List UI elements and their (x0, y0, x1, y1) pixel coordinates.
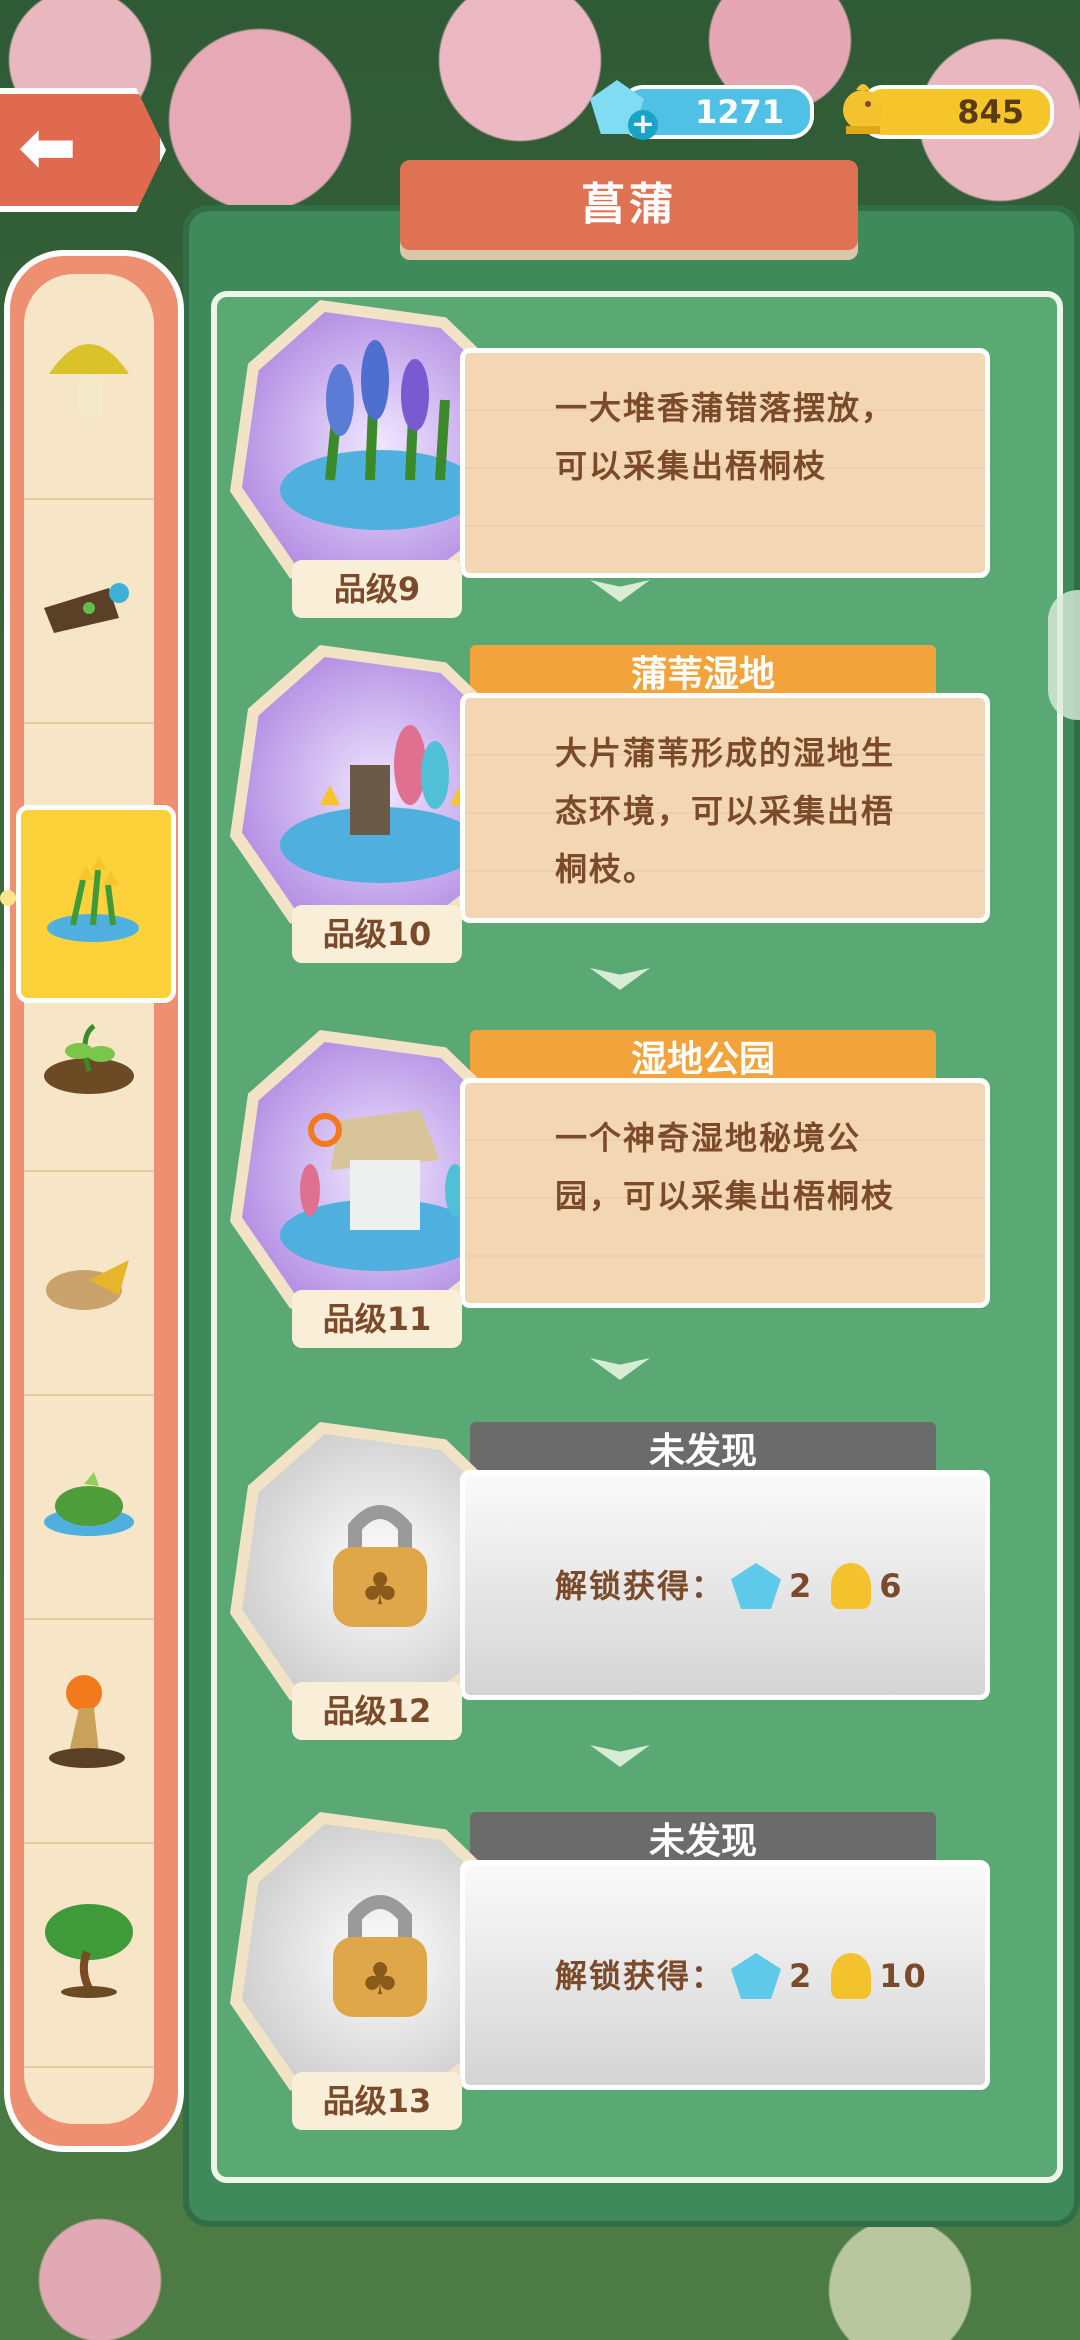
reward-gems: 2 (789, 1567, 814, 1605)
collection-card-grade-11[interactable]: 湿地公园 一个神奇湿地秘境公 园，可以采集出梧桐枝 品级11 (230, 1030, 1010, 1348)
description-line: 桐枝。 (555, 850, 658, 888)
description-line: 可以采集出梧桐枝 (555, 447, 828, 485)
unlock-label: 解锁获得： (555, 1957, 726, 1995)
gold-chick-icon (831, 1953, 872, 1999)
page-title: 菖蒲 (581, 179, 677, 230)
panel-title-tab: 菖蒲 (400, 160, 858, 250)
grade-label: 品级10 (292, 905, 462, 963)
back-button[interactable]: ⬅ (0, 88, 166, 212)
description-line: 一个神奇湿地秘境公 (555, 1119, 862, 1157)
unlock-reward-box: 解锁获得： 2 6 (460, 1470, 990, 1700)
sidebar-item-glow-stump[interactable] (24, 1618, 154, 1844)
add-gems-button[interactable]: + (628, 110, 658, 140)
gem-icon (731, 1953, 782, 1999)
collection-card-grade-12[interactable]: 未发现 ♣ 解锁获得： 2 6 品级12 (230, 1422, 1010, 1740)
grade-label: 品级12 (292, 1682, 462, 1740)
description-line: 大片蒲苇形成的湿地生 (555, 734, 896, 772)
bonsai-tree-icon (45, 1904, 133, 1998)
category-sidebar (4, 250, 184, 2152)
description-line: 园，可以采集出梧桐枝 (555, 1177, 896, 1215)
back-arrow-icon: ⬅ (18, 106, 77, 188)
floating-assistant-button[interactable] (1048, 590, 1080, 720)
mushroom-icon (49, 344, 129, 419)
category-list[interactable] (24, 274, 154, 2124)
gem-icon (731, 1563, 782, 1609)
sidebar-item-leaf-rock[interactable] (24, 1170, 154, 1396)
glow-stump-icon (49, 1675, 125, 1768)
reward-gold: 6 (879, 1567, 904, 1605)
collection-card-grade-13[interactable]: 未发现 ♣ 解锁获得： 2 10 品级13 (230, 1812, 1010, 2130)
item-description: 大片蒲苇形成的湿地生 态环境，可以采集出梧 桐枝。 (460, 693, 990, 923)
sidebar-item-mushroom[interactable] (24, 274, 154, 500)
lock-icon: ♣ (333, 1895, 427, 2017)
flower-pond-icon (47, 856, 139, 942)
collection-card-grade-9[interactable]: 一大堆香蒲错落摆放， 可以采集出梧桐枝 品级9 (230, 300, 1010, 618)
sidebar-item-moss-rock[interactable] (24, 1394, 154, 1620)
reward-gold: 10 (879, 1957, 928, 1995)
description-line: 态环境，可以采集出梧 (555, 792, 896, 830)
cattail-pile-icon (280, 340, 480, 530)
unlock-label: 解锁获得： (555, 1567, 726, 1605)
log-icon (44, 583, 129, 633)
grade-label: 品级13 (292, 2072, 462, 2130)
sidebar-item-log[interactable] (24, 498, 154, 724)
svg-text:♣: ♣ (360, 1954, 399, 2005)
moss-rock-icon (44, 1472, 134, 1536)
lock-icon: ♣ (333, 1505, 427, 1627)
gold-chick-icon (843, 84, 883, 134)
sidebar-item-flower-pond[interactable] (16, 805, 176, 1003)
sidebar-item-bonsai-tree[interactable] (24, 1842, 154, 2068)
unlock-reward-box: 解锁获得： 2 10 (460, 1860, 990, 2090)
item-description: 一大堆香蒲错落摆放， 可以采集出梧桐枝 (460, 348, 990, 578)
svg-text:♣: ♣ (360, 1564, 399, 1615)
reed-wetland-icon (280, 725, 480, 883)
sprout-icon (44, 1023, 134, 1094)
gold-counter: 845 (860, 85, 1054, 139)
gold-chick-icon (831, 1563, 872, 1609)
wetland-park-icon (280, 1110, 480, 1271)
item-description: 一个神奇湿地秘境公 园，可以采集出梧桐枝 (460, 1078, 990, 1308)
reward-gems: 2 (789, 1957, 814, 1995)
collection-card-grade-10[interactable]: 蒲苇湿地 大片蒲苇形成的湿地生 态环境，可以采集出梧 桐枝。 品级10 (230, 645, 1010, 963)
active-indicator-dot (0, 890, 16, 906)
grade-label: 品级11 (292, 1290, 462, 1348)
leaf-rock-icon (46, 1260, 129, 1310)
description-line: 一大堆香蒲错落摆放， (555, 389, 896, 427)
grade-label: 品级9 (292, 560, 462, 618)
